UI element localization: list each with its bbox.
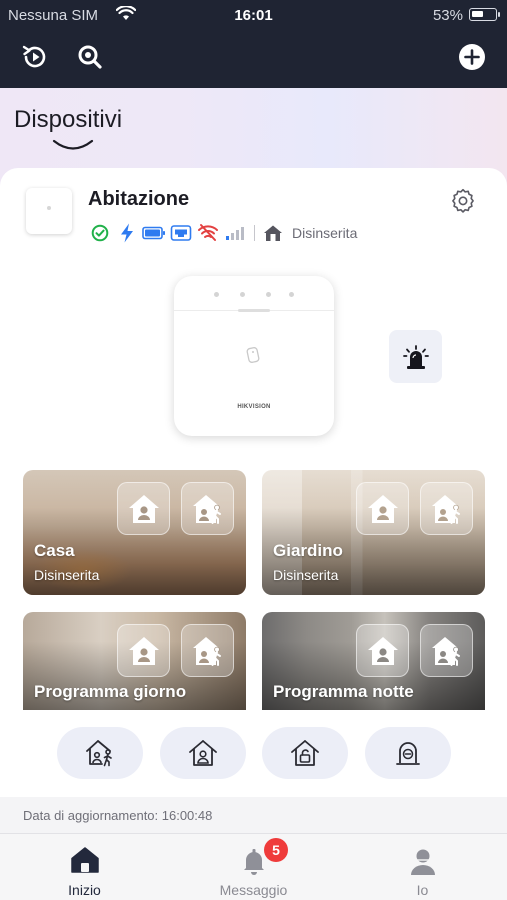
area-card-programma-notte[interactable]: Programma notte — [262, 612, 485, 710]
clear-alarm-icon — [396, 742, 420, 765]
tab-inizio[interactable]: Inizio — [0, 834, 169, 900]
page-title: Dispositivi — [14, 106, 123, 133]
hub-slot — [238, 309, 270, 312]
history-play-icon[interactable] — [20, 42, 50, 72]
stay-arm-icon — [86, 740, 112, 767]
area-name: Programma notte — [273, 682, 414, 701]
home-walk-icon — [431, 494, 460, 524]
add-device-button[interactable] — [457, 42, 487, 72]
tab-io[interactable]: Io — [338, 834, 507, 900]
home-person-icon — [128, 494, 159, 523]
tab-messaggio[interactable]: Messaggio — [169, 834, 338, 900]
ethernet-icon — [169, 223, 193, 243]
area-name: Programma giorno — [34, 682, 187, 701]
away-arm-area-button[interactable] — [420, 482, 473, 535]
home-icon — [0, 846, 169, 874]
tab-label: Io — [416, 882, 429, 898]
home-walk-icon — [192, 636, 221, 666]
siren-button[interactable] — [389, 330, 442, 383]
notification-badge: 5 — [264, 838, 288, 862]
battery-icon — [469, 8, 500, 21]
bottom-tab-bar: Inizio Messaggio Io — [0, 833, 507, 900]
device-status-row: Disinserita — [88, 222, 357, 244]
hub-led — [214, 292, 219, 297]
area-name: Casa — [34, 541, 75, 560]
away-arm-area-button[interactable] — [181, 482, 234, 535]
home-walk-icon — [431, 636, 460, 666]
battery-icon — [142, 223, 166, 243]
device-thumbnail — [26, 188, 72, 234]
person-icon — [338, 846, 507, 876]
last-update-text: Data di aggiornamento: 16:00:48 — [23, 808, 213, 823]
tab-label: Messaggio — [219, 882, 288, 898]
settings-gear-icon[interactable] — [450, 187, 476, 213]
disarm-icon — [291, 740, 319, 766]
device-name[interactable]: Abitazione — [88, 188, 189, 211]
stay-arm-area-button[interactable] — [356, 624, 409, 677]
hub-device-image: HIKVISION — [174, 276, 334, 436]
home-walk-icon — [192, 494, 221, 524]
area-card-programma-giorno[interactable]: Programma giorno — [23, 612, 246, 710]
battery-percent: 53% — [432, 7, 463, 24]
home-person-icon — [367, 636, 398, 665]
stay-arm-area-button[interactable] — [356, 482, 409, 535]
area-status: Disinserita — [34, 567, 100, 583]
home-arm-status-icon — [261, 223, 285, 243]
hub-led — [240, 292, 245, 297]
arm-status-label: Disinserita — [292, 225, 358, 241]
stay-arm-area-button[interactable] — [117, 624, 170, 677]
away-arm-area-button[interactable] — [181, 624, 234, 677]
away-arm-all-button[interactable] — [160, 727, 246, 779]
home-person-icon — [128, 636, 159, 665]
stay-arm-area-button[interactable] — [117, 482, 170, 535]
wifi-off-icon — [196, 223, 220, 243]
online-check-icon — [88, 223, 112, 243]
area-name: Giardino — [273, 541, 343, 560]
away-arm-icon — [189, 740, 217, 766]
hub-led — [266, 292, 271, 297]
status-divider — [254, 225, 255, 241]
bell-icon — [169, 846, 338, 876]
title-underline-decoration — [52, 138, 94, 157]
siren-icon — [402, 344, 429, 369]
area-status: Disinserita — [273, 567, 339, 583]
signal-bars-icon — [223, 223, 247, 243]
power-bolt-icon — [115, 223, 139, 243]
hub-brand-logo: HIKVISION — [237, 404, 271, 410]
area-card-casa[interactable]: Casa Disinserita — [23, 470, 246, 595]
stay-arm-all-button[interactable] — [57, 727, 143, 779]
status-bar: Nessuna SIM 16:01 53% — [0, 0, 507, 30]
rfid-tag-icon — [246, 346, 260, 369]
home-person-icon — [367, 494, 398, 523]
tab-label: Inizio — [68, 882, 101, 898]
hub-led — [289, 292, 294, 297]
disarm-all-button[interactable] — [262, 727, 348, 779]
away-arm-area-button[interactable] — [420, 624, 473, 677]
clear-alarm-button[interactable] — [365, 727, 451, 779]
area-card-giardino[interactable]: Giardino Disinserita — [262, 470, 485, 595]
clock: 16:01 — [234, 7, 273, 24]
search-icon[interactable] — [75, 42, 105, 72]
add-icon — [459, 44, 485, 70]
